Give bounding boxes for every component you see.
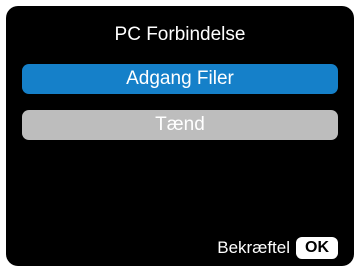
screen-title: PC Forbindelse: [114, 24, 246, 45]
menu-item-taend[interactable]: Tænd: [22, 110, 338, 140]
device-screen: PC Forbindelse Adgang Filer Tænd Bekræft…: [6, 6, 354, 266]
confirm-label: Bekræftel: [217, 238, 290, 257]
menu-item-adgang-filer[interactable]: Adgang Filer: [22, 64, 338, 94]
footer-hint: Bekræftel OK: [217, 236, 338, 260]
ok-button[interactable]: OK: [296, 237, 338, 259]
